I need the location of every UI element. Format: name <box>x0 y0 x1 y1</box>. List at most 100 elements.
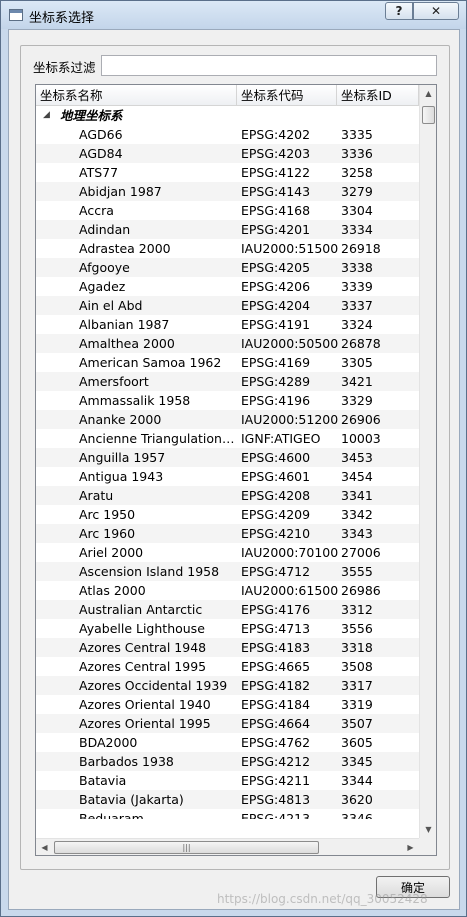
row-name-cell: Ariel 2000 <box>79 545 144 560</box>
table-row[interactable]: AGD66 EPSG:4202 3335 <box>36 125 419 144</box>
table-row[interactable]: Adindan EPSG:4201 3334 <box>36 220 419 239</box>
table-row[interactable]: Azores Central 1995 EPSG:4665 3508 <box>36 657 419 676</box>
row-code-cell: EPSG:4212 <box>241 754 311 769</box>
row-name-cell: American Samoa 1962 <box>79 355 222 370</box>
table-row[interactable]: Australian Antarctic EPSG:4176 3312 <box>36 600 419 619</box>
row-name-cell: ATS77 <box>79 165 119 180</box>
table-row[interactable]: Barbados 1938 EPSG:4212 3345 <box>36 752 419 771</box>
scroll-left-arrow-icon[interactable]: ◀ <box>36 839 53 855</box>
table-row[interactable]: Amersfoort EPSG:4289 3421 <box>36 372 419 391</box>
row-id-cell: 26878 <box>341 336 381 351</box>
row-id-cell: 3453 <box>341 450 373 465</box>
table-row[interactable]: Ascension Island 1958 EPSG:4712 3555 <box>36 562 419 581</box>
row-id-cell: 3620 <box>341 792 373 807</box>
row-name-cell: Afgooye <box>79 260 130 275</box>
horizontal-scroll-thumb[interactable]: ||| <box>54 841 319 854</box>
table-row[interactable]: Azores Oriental 1940 EPSG:4184 3319 <box>36 695 419 714</box>
scroll-down-arrow-icon[interactable]: ▼ <box>420 821 436 838</box>
row-name-cell: Batavia (Jakarta) <box>79 792 184 807</box>
table-row[interactable]: Afgooye EPSG:4205 3338 <box>36 258 419 277</box>
row-name-cell: Aratu <box>79 488 114 503</box>
row-id-cell: 3421 <box>341 374 373 389</box>
table-row[interactable]: Ananke 2000 IAU2000:51200 26906 <box>36 410 419 429</box>
tree-rows: ◢ 地理坐标系 AGD66 EPSG:4202 3335 AGD84 EPSG:4203… <box>36 106 419 819</box>
table-row[interactable]: Arc 1960 EPSG:4210 3343 <box>36 524 419 543</box>
filter-input[interactable] <box>101 55 437 76</box>
row-id-cell: 3317 <box>341 678 373 693</box>
table-row[interactable]: Arc 1950 EPSG:4209 3342 <box>36 505 419 524</box>
window-app-icon <box>9 9 23 21</box>
table-row[interactable]: Ancienne Triangulation d... IGNF:ATIGEO 10… <box>36 429 419 448</box>
scroll-right-arrow-icon[interactable]: ▶ <box>402 839 419 855</box>
row-code-cell: EPSG:4196 <box>241 393 311 408</box>
row-code-cell: EPSG:4204 <box>241 298 311 313</box>
table-row[interactable]: Azores Occidental 1939 EPSG:4182 3317 <box>36 676 419 695</box>
header-code[interactable]: 坐标系代码 <box>237 85 337 106</box>
row-name-cell: Amalthea 2000 <box>79 336 175 351</box>
table-row[interactable]: Amalthea 2000 IAU2000:50500 26878 <box>36 334 419 353</box>
row-id-cell: 3304 <box>341 203 373 218</box>
table-row[interactable]: Azores Central 1948 EPSG:4183 3318 <box>36 638 419 657</box>
expand-collapse-icon[interactable]: ◢ <box>43 106 50 125</box>
header-id[interactable]: 坐标系ID <box>337 85 419 106</box>
table-row[interactable]: Adrastea 2000 IAU2000:51500 26918 <box>36 239 419 258</box>
row-name-cell: Ammassalik 1958 <box>79 393 191 408</box>
row-id-cell: 27006 <box>341 545 381 560</box>
row-id-cell: 3507 <box>341 716 373 731</box>
table-row[interactable]: Ammassalik 1958 EPSG:4196 3329 <box>36 391 419 410</box>
table-row[interactable]: Beduaram EPSG:4213 3346 <box>36 809 419 819</box>
row-name-cell: Barbados 1938 <box>79 754 174 769</box>
row-id-cell: 3341 <box>341 488 373 503</box>
row-name-cell: Azores Oriental 1995 <box>79 716 211 731</box>
coordinate-system-tree[interactable]: 坐标系名称 坐标系代码 坐标系ID ◢ 地理坐标系 AGD66 EPSG:4202… <box>35 84 437 856</box>
table-row[interactable]: Atlas 2000 IAU2000:61500 26986 <box>36 581 419 600</box>
vertical-scroll-thumb[interactable] <box>422 106 435 124</box>
row-code-cell: EPSG:4209 <box>241 507 311 522</box>
row-code-cell: IAU2000:51200 <box>241 412 339 427</box>
table-row[interactable]: ATS77 EPSG:4122 3258 <box>36 163 419 182</box>
row-code-cell: EPSG:4762 <box>241 735 311 750</box>
table-row[interactable]: Agadez EPSG:4206 3339 <box>36 277 419 296</box>
table-row[interactable]: American Samoa 1962 EPSG:4169 3305 <box>36 353 419 372</box>
row-id-cell: 10003 <box>341 431 381 446</box>
row-id-cell: 3324 <box>341 317 373 332</box>
scroll-up-arrow-icon[interactable]: ▲ <box>420 85 436 102</box>
group-row-geographic[interactable]: ◢ 地理坐标系 <box>36 106 419 125</box>
filter-label: 坐标系过滤 <box>33 60 96 75</box>
help-button[interactable]: ? <box>385 2 413 20</box>
table-row[interactable]: Antigua 1943 EPSG:4601 3454 <box>36 467 419 486</box>
table-row[interactable]: Aratu EPSG:4208 3341 <box>36 486 419 505</box>
horizontal-scrollbar[interactable]: ◀ ||| ▶ <box>36 838 419 855</box>
title-bar[interactable]: 坐标系选择 ? ✕ <box>1 1 466 29</box>
table-row[interactable]: Batavia (Jakarta) EPSG:4813 3620 <box>36 790 419 809</box>
header-name[interactable]: 坐标系名称 <box>36 85 237 106</box>
row-code-cell: EPSG:4176 <box>241 602 311 617</box>
row-id-cell: 26906 <box>341 412 381 427</box>
table-row[interactable]: AGD84 EPSG:4203 3336 <box>36 144 419 163</box>
row-code-cell: EPSG:4213 <box>241 811 311 819</box>
row-name-cell: Arc 1960 <box>79 526 136 541</box>
row-name-cell: BDA2000 <box>79 735 138 750</box>
table-row[interactable]: Batavia EPSG:4211 3344 <box>36 771 419 790</box>
row-id-cell: 3319 <box>341 697 373 712</box>
tree-header: 坐标系名称 坐标系代码 坐标系ID <box>36 85 419 106</box>
close-button[interactable]: ✕ <box>413 2 459 20</box>
row-name-cell: Abidjan 1987 <box>79 184 162 199</box>
table-row[interactable]: Abidjan 1987 EPSG:4143 3279 <box>36 182 419 201</box>
table-row[interactable]: Azores Oriental 1995 EPSG:4664 3507 <box>36 714 419 733</box>
table-row[interactable]: Ayabelle Lighthouse EPSG:4713 3556 <box>36 619 419 638</box>
row-name-cell: Azores Central 1995 <box>79 659 207 674</box>
table-row[interactable]: Albanian 1987 EPSG:4191 3324 <box>36 315 419 334</box>
table-row[interactable]: Anguilla 1957 EPSG:4600 3453 <box>36 448 419 467</box>
row-name-cell: Azores Central 1948 <box>79 640 207 655</box>
table-row[interactable]: Ain el Abd EPSG:4204 3337 <box>36 296 419 315</box>
row-id-cell: 3338 <box>341 260 373 275</box>
row-name-cell: Ain el Abd <box>79 298 143 313</box>
row-name-cell: Ananke 2000 <box>79 412 162 427</box>
table-row[interactable]: BDA2000 EPSG:4762 3605 <box>36 733 419 752</box>
table-row[interactable]: Ariel 2000 IAU2000:70100 27006 <box>36 543 419 562</box>
vertical-scrollbar[interactable]: ▲ ▼ <box>419 85 436 838</box>
row-name-cell: Amersfoort <box>79 374 149 389</box>
row-name-cell: Ancienne Triangulation d... <box>79 431 237 446</box>
table-row[interactable]: Accra EPSG:4168 3304 <box>36 201 419 220</box>
